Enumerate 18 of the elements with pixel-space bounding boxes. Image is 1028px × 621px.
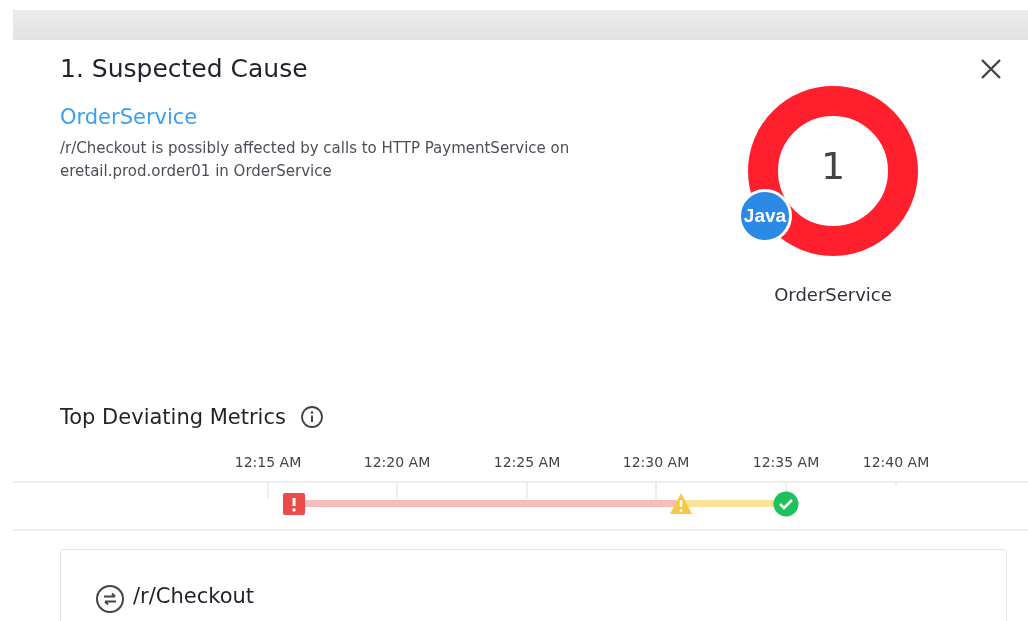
cause-description: /r/Checkout is possibly affected by calls to HTTP PaymentService on eretail.prod.order01 in OrderService — [60, 138, 571, 182]
section-title: Top Deviating Metrics — [60, 405, 286, 429]
dialog-title: 1. Suspected Cause — [60, 54, 309, 83]
check-icon[interactable] — [773, 491, 799, 517]
time-tick-label: 12:20 AM — [363, 454, 431, 470]
service-label: OrderService — [774, 284, 892, 305]
count-label: 1 — [819, 144, 847, 188]
info-icon[interactable] — [299, 405, 324, 429]
time-tick-label: 12:35 AM — [752, 454, 820, 470]
alert-icon[interactable] — [283, 493, 305, 515]
time-tick-label: 12:30 AM — [622, 454, 690, 470]
swap-icon — [95, 584, 125, 614]
time-tick-label: 12:40 AM — [862, 454, 930, 470]
time-tick-label: 12:25 AM — [493, 454, 561, 470]
language-badge: Java — [738, 189, 792, 243]
time-tick-label: 12:15 AM — [234, 454, 302, 470]
metric-card-title: /r/Checkout — [133, 584, 255, 608]
service-link[interactable]: OrderService — [60, 105, 620, 129]
